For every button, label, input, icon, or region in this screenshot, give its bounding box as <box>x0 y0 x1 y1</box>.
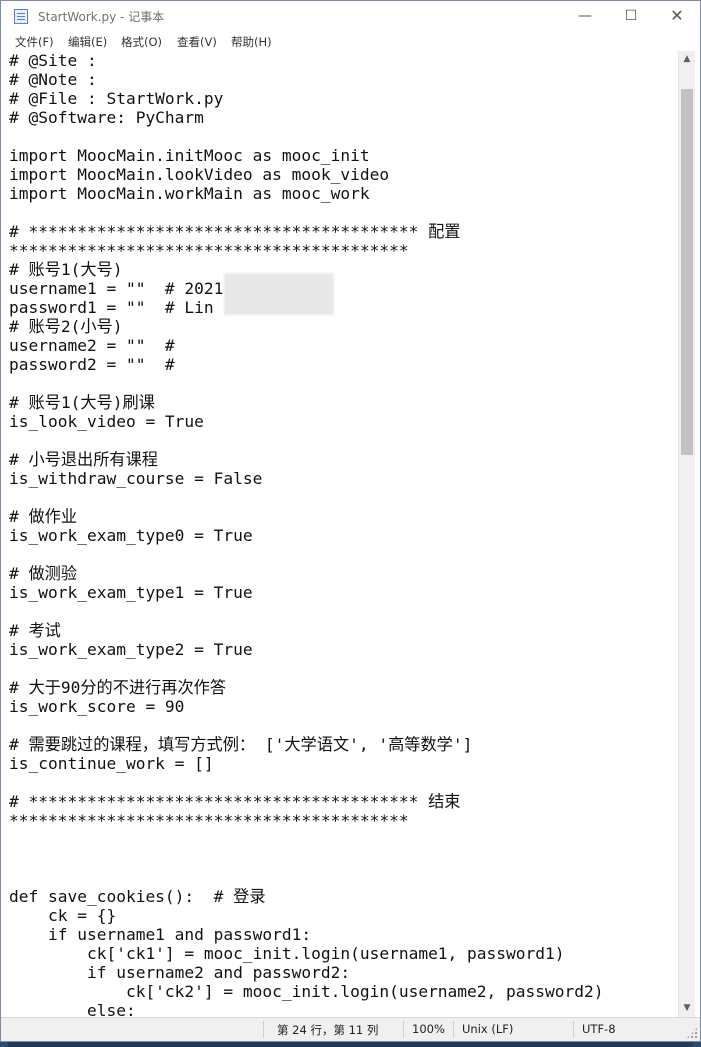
code-line[interactable]: ck['ck1'] = mooc_init.login(username1, p… <box>9 944 604 963</box>
code-line[interactable] <box>9 127 604 146</box>
code-line[interactable]: is_look_video = True <box>9 412 604 431</box>
minimize-button[interactable]: — <box>562 1 608 32</box>
menu-edit[interactable]: 编辑(E) <box>68 34 107 50</box>
menu-view[interactable]: 查看(V) <box>177 34 217 50</box>
menu-format[interactable]: 格式(O) <box>121 34 162 50</box>
scroll-thumb[interactable] <box>681 89 693 455</box>
code-line[interactable]: ****************************************… <box>9 241 604 260</box>
code-line[interactable]: # 考试 <box>9 621 604 640</box>
code-line[interactable] <box>9 849 604 868</box>
code-line[interactable] <box>9 374 604 393</box>
menu-bar: 文件(F) 编辑(E) 格式(O) 查看(V) 帮助(H) <box>1 32 700 51</box>
code-line[interactable]: import MoocMain.initMooc as mooc_init <box>9 146 604 165</box>
code-line[interactable]: # @Site : <box>9 51 604 70</box>
code-line[interactable] <box>9 868 604 887</box>
code-line[interactable] <box>9 602 604 621</box>
code-line[interactable] <box>9 716 604 735</box>
code-line[interactable]: ck = {} <box>9 906 604 925</box>
resize-grip-icon[interactable] <box>686 1027 698 1039</box>
code-line[interactable]: ****************************************… <box>9 811 604 830</box>
code-line[interactable]: is_work_exam_type0 = True <box>9 526 604 545</box>
code-line[interactable]: # 需要跳过的课程，填写方式例： ['大学语文', '高等数学'] <box>9 735 604 754</box>
code-line[interactable]: def save_cookies(): # 登录 <box>9 887 604 906</box>
code-line[interactable]: import MoocMain.workMain as mooc_work <box>9 184 604 203</box>
code-line[interactable]: # 做测验 <box>9 564 604 583</box>
status-separator <box>453 1021 454 1038</box>
code-line[interactable]: else: <box>9 1001 604 1017</box>
code-line[interactable]: import MoocMain.lookVideo as mook_video <box>9 165 604 184</box>
window-title: StartWork.py - 记事本 <box>38 10 165 24</box>
maximize-button[interactable]: ☐ <box>608 1 654 32</box>
code-line[interactable] <box>9 545 604 564</box>
cursor-position: 第 24 行，第 11 列 <box>277 1023 379 1037</box>
code-line[interactable]: is_work_exam_type2 = True <box>9 640 604 659</box>
scroll-up-arrow-icon[interactable]: ▲ <box>679 51 695 68</box>
line-ending: Unix (LF) <box>462 1022 514 1036</box>
scroll-down-arrow-icon[interactable]: ▼ <box>679 1000 695 1017</box>
status-separator <box>263 1021 264 1038</box>
redaction-blur <box>224 273 334 315</box>
code-line[interactable] <box>9 488 604 507</box>
code-line[interactable]: username2 = "" # <box>9 336 604 355</box>
code-line[interactable]: password2 = "" # <box>9 355 604 374</box>
notepad-window: StartWork.py - 记事本 — ☐ ✕ 文件(F) 编辑(E) 格式(… <box>0 0 701 1042</box>
code-line[interactable]: ck['ck2'] = mooc_init.login(username2, p… <box>9 982 604 1001</box>
code-line[interactable]: # 小号退出所有课程 <box>9 450 604 469</box>
code-line[interactable]: # **************************************… <box>9 222 604 241</box>
status-separator <box>573 1021 574 1038</box>
menu-file[interactable]: 文件(F) <box>15 34 54 50</box>
code-line[interactable]: # 做作业 <box>9 507 604 526</box>
code-line[interactable]: is_withdraw_course = False <box>9 469 604 488</box>
code-line[interactable]: if username2 and password2: <box>9 963 604 982</box>
code-text[interactable]: # @Site : # @Note : # @File : StartWork.py… <box>9 51 604 1017</box>
title-bar[interactable]: StartWork.py - 记事本 — ☐ ✕ <box>1 1 700 32</box>
code-line[interactable] <box>9 431 604 450</box>
code-line[interactable]: is_continue_work = [] <box>9 754 604 773</box>
code-line[interactable] <box>9 773 604 792</box>
menu-help[interactable]: 帮助(H) <box>231 34 272 50</box>
code-line[interactable]: # @Note : <box>9 70 604 89</box>
code-line[interactable]: is_work_exam_type1 = True <box>9 583 604 602</box>
text-editor[interactable]: # @Site : # @Note : # @File : StartWork.py… <box>2 51 678 1017</box>
notepad-icon <box>14 9 28 24</box>
code-line[interactable]: if username1 and password1: <box>9 925 604 944</box>
close-button[interactable]: ✕ <box>654 1 700 32</box>
code-line[interactable] <box>9 659 604 678</box>
code-line[interactable] <box>9 830 604 849</box>
vertical-scrollbar[interactable]: ▲ ▼ <box>678 51 695 1017</box>
status-separator <box>403 1021 404 1038</box>
code-line[interactable]: # @Software: PyCharm <box>9 108 604 127</box>
code-line[interactable]: # **************************************… <box>9 792 604 811</box>
code-line[interactable]: # 大于90分的不进行再次作答 <box>9 678 604 697</box>
code-line[interactable]: # 账号1(大号)刷课 <box>9 393 604 412</box>
status-bar: 第 24 行，第 11 列 100% Unix (LF) UTF-8 <box>1 1017 700 1041</box>
code-line[interactable]: is_work_score = 90 <box>9 697 604 716</box>
code-line[interactable] <box>9 203 604 222</box>
encoding: UTF-8 <box>582 1022 616 1036</box>
code-line[interactable]: # @File : StartWork.py <box>9 89 604 108</box>
code-line[interactable]: # 账号2(小号) <box>9 317 604 336</box>
zoom-level: 100% <box>412 1022 445 1036</box>
